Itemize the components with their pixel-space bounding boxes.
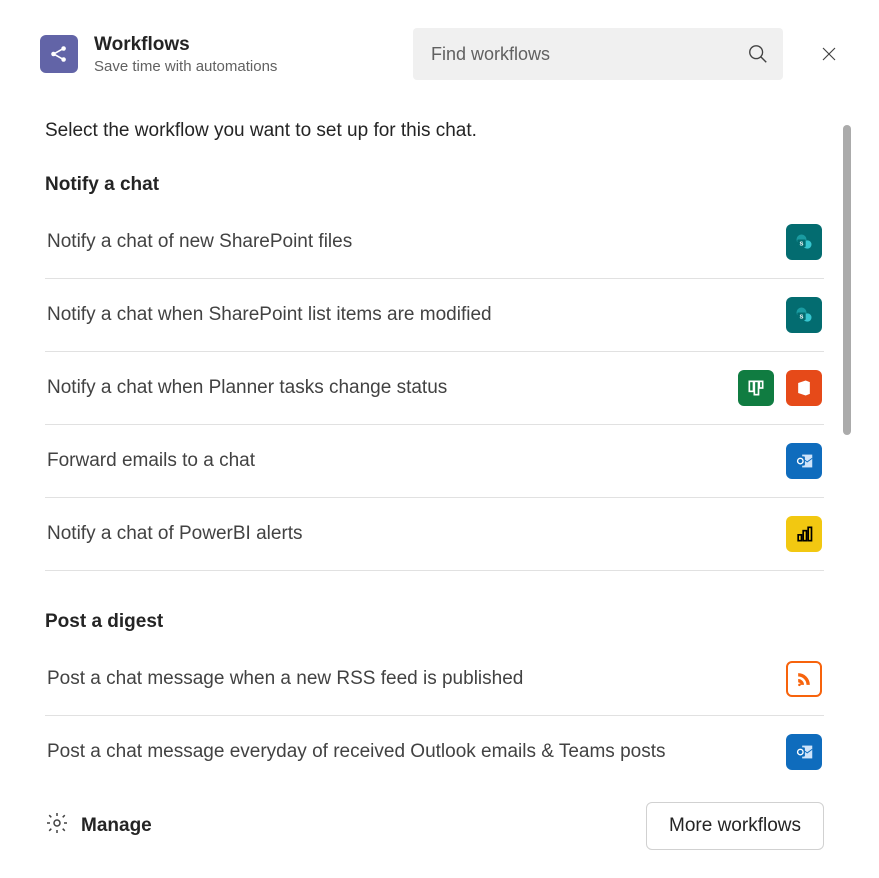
section-title: Post a digest — [45, 611, 824, 633]
workflow-label: Post a chat message when a new RSS feed … — [47, 668, 523, 690]
app-title: Workflows — [94, 34, 277, 56]
workflow-notify-sharepoint-list[interactable]: Notify a chat when SharePoint list items… — [45, 279, 824, 352]
workflow-forward-emails[interactable]: Forward emails to a chat — [45, 425, 824, 498]
workflow-icons — [786, 443, 822, 479]
office-icon — [786, 370, 822, 406]
planner-icon — [738, 370, 774, 406]
workflow-outlook-teams-digest[interactable]: Post a chat message everyday of received… — [45, 716, 824, 788]
scrollbar-thumb[interactable] — [843, 125, 851, 435]
svg-text:S: S — [800, 241, 804, 247]
gear-icon — [45, 811, 69, 841]
workflow-label: Notify a chat when Planner tasks change … — [47, 377, 447, 399]
outlook-icon — [786, 734, 822, 770]
workflow-label: Notify a chat of new SharePoint files — [47, 231, 352, 253]
search-input[interactable] — [413, 28, 783, 80]
workflow-icons — [786, 661, 822, 697]
workflows-app-icon — [40, 35, 78, 73]
content-area: Select the workflow you want to set up f… — [0, 80, 879, 788]
title-block: Workflows Save time with automations — [94, 34, 277, 75]
workflow-icons — [738, 370, 822, 406]
svg-text:S: S — [800, 314, 804, 320]
manage-link[interactable]: Manage — [45, 811, 152, 841]
workflow-label: Notify a chat when SharePoint list items… — [47, 304, 492, 326]
outlook-icon — [786, 443, 822, 479]
sharepoint-icon: S — [786, 297, 822, 333]
workflow-icons: S — [786, 297, 822, 333]
section-notify: Notify a chat Notify a chat of new Share… — [45, 174, 824, 571]
more-workflows-button[interactable]: More workflows — [646, 802, 824, 850]
sharepoint-icon: S — [786, 224, 822, 260]
workflow-icons — [786, 734, 822, 770]
app-subtitle: Save time with automations — [94, 58, 277, 75]
rss-icon — [786, 661, 822, 697]
section-title: Notify a chat — [45, 174, 824, 196]
workflow-notify-sharepoint-files[interactable]: Notify a chat of new SharePoint files S — [45, 206, 824, 279]
workflow-label: Post a chat message everyday of received… — [47, 741, 666, 763]
intro-text: Select the workflow you want to set up f… — [45, 120, 824, 142]
dialog-header: Workflows Save time with automations — [0, 0, 879, 80]
workflow-icons: S — [786, 224, 822, 260]
workflow-label: Forward emails to a chat — [47, 450, 255, 472]
workflow-label: Notify a chat of PowerBI alerts — [47, 523, 303, 545]
workflow-notify-planner[interactable]: Notify a chat when Planner tasks change … — [45, 352, 824, 425]
powerbi-icon — [786, 516, 822, 552]
workflow-icons — [786, 516, 822, 552]
workflow-rss-digest[interactable]: Post a chat message when a new RSS feed … — [45, 643, 824, 716]
close-button[interactable] — [819, 44, 839, 64]
section-digest: Post a digest Post a chat message when a… — [45, 611, 824, 788]
dialog-footer: Manage More workflows — [45, 802, 824, 850]
workflow-notify-powerbi[interactable]: Notify a chat of PowerBI alerts — [45, 498, 824, 571]
search-container — [413, 28, 783, 80]
manage-label: Manage — [81, 815, 152, 837]
